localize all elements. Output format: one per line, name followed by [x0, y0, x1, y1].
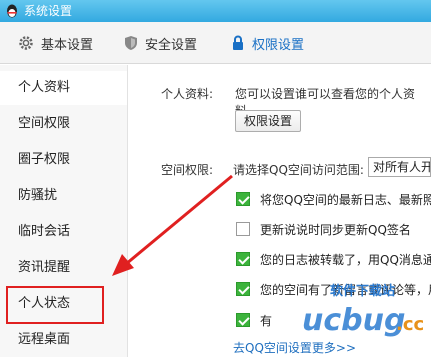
- checkbox[interactable]: [236, 282, 250, 296]
- space-range-prompt: 请选择QQ空间访问范围:: [233, 163, 364, 177]
- tab-permission-settings[interactable]: 权限设置: [231, 22, 304, 64]
- space-permission-label: 空间权限:: [161, 163, 214, 177]
- sidebar-item-anti-harassment[interactable]: 防骚扰: [0, 179, 127, 213]
- watermark-logo: ucbug .cc: [302, 303, 424, 338]
- sidebar-item-space-permission[interactable]: 空间权限: [0, 107, 127, 141]
- svg-text:.cc: .cc: [396, 314, 424, 335]
- checkbox-label: 有: [260, 313, 273, 328]
- window-title: 系统设置: [24, 4, 73, 18]
- sidebar-item-temp-chat[interactable]: 临时会话: [0, 215, 127, 249]
- checkbox-label: 更新说说时同步更新QQ签名: [260, 222, 411, 237]
- checkbox[interactable]: [236, 192, 250, 206]
- tab-bar: 基本设置 安全设置 权限设置: [0, 22, 431, 64]
- checkbox[interactable]: [236, 222, 250, 236]
- tab-label: 安全设置: [145, 37, 198, 53]
- tab-label: 基本设置: [41, 37, 94, 53]
- permission-settings-button[interactable]: 权限设置: [235, 110, 302, 132]
- checkbox[interactable]: [236, 313, 250, 327]
- checkbox[interactable]: [236, 252, 250, 266]
- checkbox-label: 您的日志被转载了，用QQ消息通知: [260, 252, 431, 267]
- checkbox-row[interactable]: 将您QQ空间的最新日志、最新照片: [236, 190, 431, 208]
- tab-basic-settings[interactable]: 基本设置: [18, 22, 93, 64]
- shield-icon: [125, 36, 137, 50]
- profile-label: 个人资料:: [161, 87, 214, 101]
- checkbox-row[interactable]: 您的日志被转载了，用QQ消息通知: [236, 250, 431, 268]
- checkbox-row[interactable]: 更新说说时同步更新QQ签名: [236, 220, 411, 238]
- qq-logo-icon: [7, 4, 17, 18]
- gear-icon: [19, 36, 33, 50]
- svg-text:ucbug: ucbug: [302, 303, 405, 338]
- tab-label: 权限设置: [252, 37, 305, 53]
- sidebar: 个人资料 空间权限 圈子权限 防骚扰 临时会话 资讯提醒 个人状态 远程桌面: [0, 65, 128, 357]
- highlight-box: [6, 286, 104, 324]
- more-qzone-settings-link[interactable]: 去QQ空间设置更多>>: [233, 339, 356, 356]
- tab-security-settings[interactable]: 安全设置: [124, 22, 197, 64]
- watermark-subtitle: 软件下载站: [330, 284, 396, 299]
- sidebar-item-news-alert[interactable]: 资讯提醒: [0, 251, 127, 285]
- space-range-select[interactable]: 对所有人开: [368, 157, 431, 177]
- title-bar: 系统设置: [0, 0, 431, 22]
- sidebar-item-circle-permission[interactable]: 圈子权限: [0, 143, 127, 177]
- checkbox-row[interactable]: 有: [236, 311, 272, 329]
- lock-icon: [233, 35, 243, 50]
- checkbox-label: 将您QQ空间的最新日志、最新照片: [260, 192, 431, 207]
- sidebar-item-remote-desktop[interactable]: 远程桌面: [0, 323, 127, 357]
- sidebar-item-profile[interactable]: 个人资料: [0, 71, 127, 105]
